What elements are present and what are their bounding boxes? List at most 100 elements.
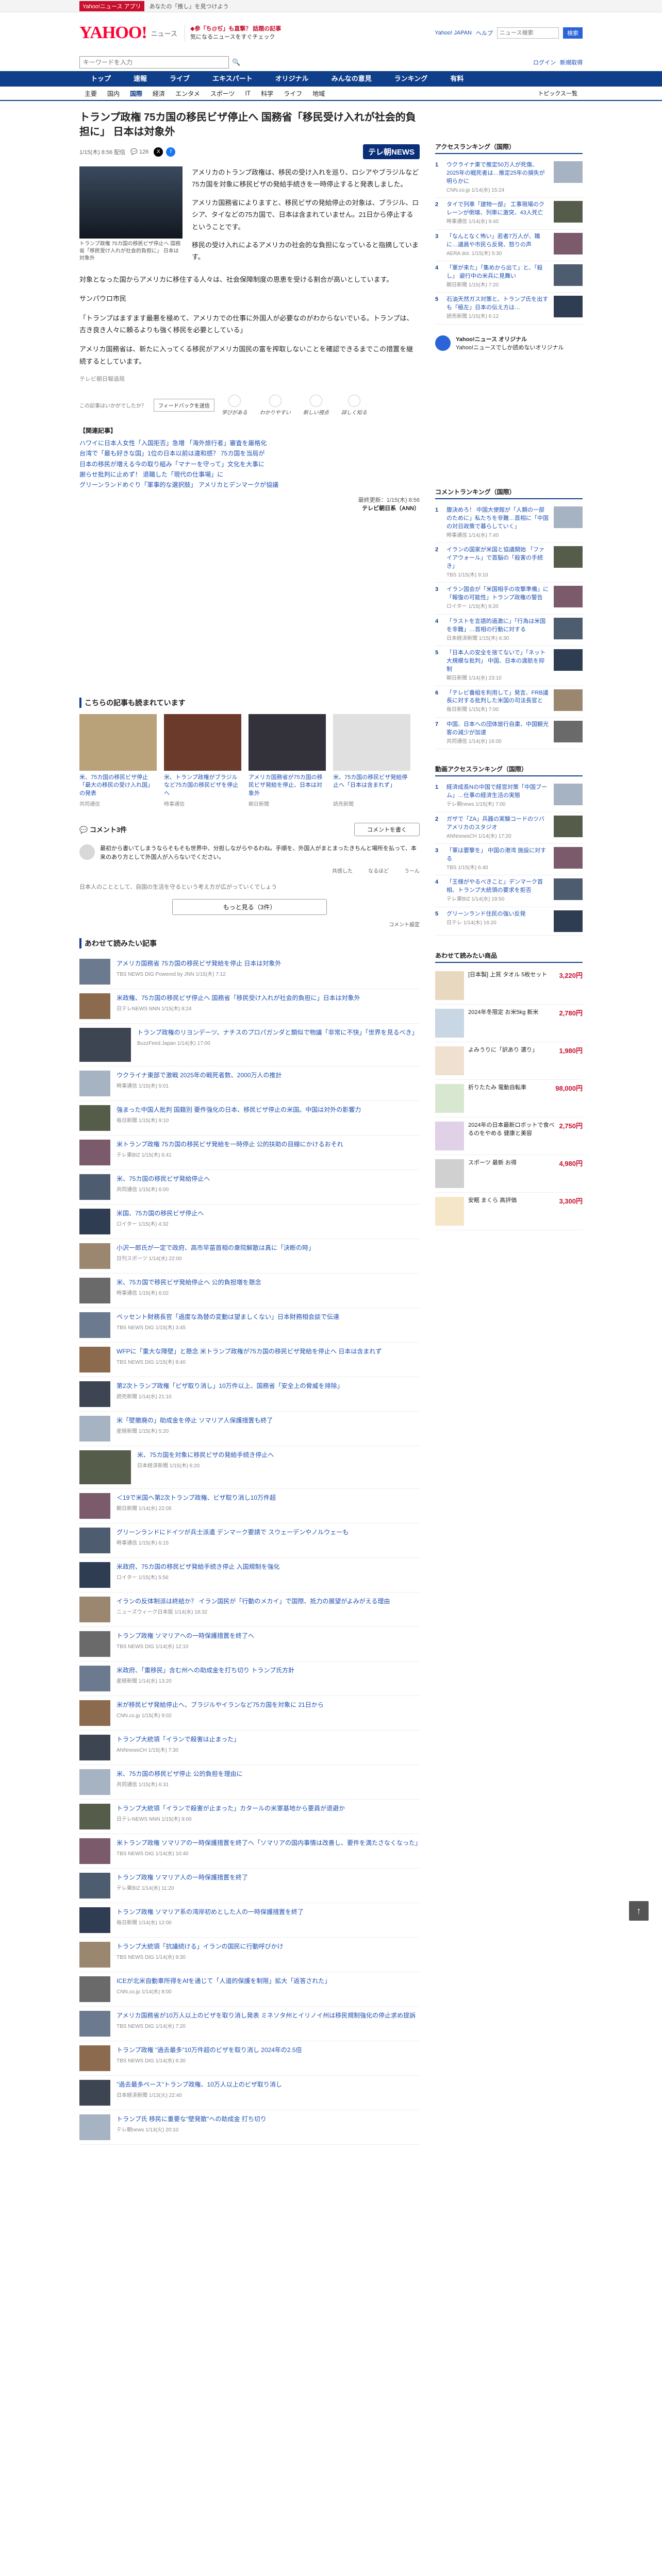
facebook-share-icon[interactable]: f (166, 147, 176, 157)
shop-item[interactable]: [日本製] 上質 タオル 5枚セット 3,220円 (435, 967, 583, 1005)
feed-item[interactable]: トランプ政権 ソマリア系の湾岸初めとした人の一時保護措置を終了 毎日新聞 1/14… (79, 1903, 420, 1938)
feed-item[interactable]: 米、75カ国で移民ビザ発給停止へ 公的負担増を懸念 時事通信 1/15(木) 6:… (79, 1274, 420, 1309)
shop-item[interactable]: 折りたたみ 電動自転車 98,000円 (435, 1080, 583, 1117)
ranking-item[interactable]: 5 「日本人の安全を捨てないで」「ネット大規模な批判」 中国、日本の渡航を抑制 朝日… (435, 646, 583, 686)
feed-item[interactable]: 第2次トランプ政権「ビザ取り消し」10万件以上、国務省「安全上の脅威を排除」 読売… (79, 1377, 420, 1412)
feed-item[interactable]: ＜19で米国へ第2次トランプ政権、ビザ取り消し10万件超 朝日新聞 1/14(水)… (79, 1489, 420, 1524)
feed-item[interactable]: グリーンランドにドイツが兵士派遣 デンマーク要請で スウェーデンやノルウェーも時… (79, 1523, 420, 1558)
nav-opinion[interactable]: みんなの意見 (320, 71, 383, 87)
yahoo-logo[interactable]: YAHOO! (79, 23, 147, 43)
feed-item[interactable]: トランプ大統領「イランで殺害は止まった」 ANNnewsCH 1/15(木) 7:… (79, 1731, 420, 1766)
signup-link[interactable]: 新規取得 (560, 58, 583, 66)
nav-ranking[interactable]: ランキング (383, 71, 439, 87)
insight-button[interactable]: なるほど (368, 867, 389, 874)
ranking-item[interactable]: 3 イラン国会が「米国相手の攻撃準備」に「報復の可能性」トランプ政権の警告 ロイター… (435, 583, 583, 615)
login-link[interactable]: ログイン (533, 58, 556, 66)
write-comment-button[interactable]: コメントを書く (354, 822, 420, 836)
feed-item[interactable]: ベッセント財務長官「過度な為替の変動は望ましくない」日本財務相会談で伝達 TBS … (79, 1308, 420, 1343)
feed-item[interactable]: "過去最多ペース"トランプ政権、10万人以上のビザ取り消し 日本経済新聞 1/13… (79, 2076, 420, 2111)
nav-paid[interactable]: 有料 (439, 71, 475, 87)
more-comments-button[interactable]: もっと見る（3件） (172, 899, 327, 916)
feed-item[interactable]: 米政府、75カ国の移民ビザ発給手続き停止 入国規制を強化 ロイター 1/15(木)… (79, 1558, 420, 1593)
recommended-card[interactable]: 米、トランプ政権がブラジルなど75カ国の移民ビザを停止へ 時事通信 (164, 714, 241, 807)
subnav-main[interactable]: 主要 (79, 89, 102, 98)
ranking-item[interactable]: 1 ウクライナ東で推定50万人が死傷、2025年の戦死者は…推定25年の損失が明ら… (435, 158, 583, 198)
ranking-item[interactable]: 7 中国、日本への団体旅行自粛、中国観光客の減少が加速 共同通信 1/14(水) 1… (435, 718, 583, 750)
reaction-new-view[interactable]: 新しい視点 (303, 395, 329, 416)
subnav-economy[interactable]: 経済 (147, 89, 170, 98)
feed-item[interactable]: トランプ大統領「イランで殺害が止まった」カタールの米軍基地から要員が退避か 日テレ… (79, 1800, 420, 1835)
reaction-learn[interactable]: 学びがある (222, 395, 247, 416)
ranking-item[interactable]: 1 経済成長Nの中国で経営対策「中国ブーム」…仕事の経済生活の実態 テレ朝news … (435, 781, 583, 812)
feed-item[interactable]: 米、75カ国の移民ビザ発給停止へ 共同通信 1/15(木) 6:00 (79, 1170, 420, 1205)
related-link[interactable]: 謝らせ批判に止めず！ 退職した「現代の仕事場」に (79, 471, 223, 478)
feed-item[interactable]: 米政府、「重移民」含む州への助成金を打ち切り トランプ氏方針 産経新聞 1/14(… (79, 1662, 420, 1697)
subnav-science[interactable]: 科学 (256, 89, 278, 98)
feed-item[interactable]: 米国、75カ国の移民ビザ停止へ ロイター 1/15(木) 4:32 (79, 1205, 420, 1240)
nav-live[interactable]: ライブ (158, 71, 201, 87)
search-icon[interactable]: 🔍 (232, 58, 240, 66)
subnav-entertainment[interactable]: エンタメ (170, 89, 205, 98)
help-link[interactable]: ヘルプ (476, 29, 493, 37)
ranking-item[interactable]: 2 イランの国家が米国と協議開始 「ファイアウォール」で首脳の「殺害の手続き」 TB… (435, 543, 583, 583)
feed-item[interactable]: 米が移民ビザ発給停止へ、ブラジルやイランなど75カ国を対象に 21日から CNN.… (79, 1696, 420, 1731)
recommended-card[interactable]: 米、75カ国の移民ビザ停止 「最大の移民の受け入れ国」の発表 共同通信 (79, 714, 157, 807)
shop-item[interactable]: よみうりに「訳あり 選り」 1,980円 (435, 1042, 583, 1080)
feed-item[interactable]: トランプ政権のリヨンデーツ、ナチスのプロパガンダと類似で物議「非常に不快」「世界… (79, 1024, 420, 1067)
reaction-detail[interactable]: 詳しく知る (341, 395, 367, 416)
original-banner[interactable]: Yahoo!ニュース オリジナル Yahoo!ニュースでしか読めないオリジナル (435, 333, 583, 353)
feed-item[interactable]: イランの反体制派は終結か？ イラン国民が「行動のメカイ」で国際、抵力の展望がよみ… (79, 1592, 420, 1628)
ranking-item[interactable]: 2 タイで列車「建物一部」 工事現場のクレーンが倒壊、列車に激突、43人死亡 時事通… (435, 198, 583, 230)
feed-item[interactable]: トランプ大統領「抗議続ける」イランの国民に行動呼びかけ TBS NEWS DIG … (79, 1938, 420, 1973)
feed-item[interactable]: ICEが北米自動車所得をAfを通じて「人道的保護を制限」拡大「返答された」 CNN… (79, 1972, 420, 2007)
subnav-domestic[interactable]: 国内 (102, 89, 125, 98)
subnav-international[interactable]: 国際 (125, 89, 147, 98)
nav-expert[interactable]: エキスパート (201, 71, 264, 87)
feed-item[interactable]: アメリカ国務省 75カ国の移民ビザ発給を停止 日本は対象外 TBS NEWS DI… (79, 955, 420, 990)
recommended-card[interactable]: 米、75カ国の移民ビザ発給停止へ「日本は含まれず」 読売新聞 (333, 714, 410, 807)
header-search-input[interactable] (497, 27, 559, 39)
tv-asahi-logo[interactable]: テレ朝NEWS (362, 144, 420, 159)
ranking-item[interactable]: 2 ガザで「ZA」兵器の実験コードのツバ アメリカのスタジオ ANNnewsCH 1… (435, 812, 583, 844)
feed-item[interactable]: WFPに「重大な障壁」と懸念 米トランプ政権が75カ国の移民ビザ発給を停止へ 日… (79, 1343, 420, 1378)
ranking-item[interactable]: 4 「軍が来た」「集めから出て」と、「殺し」 避行中の米兵に見舞い 朝日新聞 1/1… (435, 261, 583, 293)
ranking-item[interactable]: 3 「なんとなく怖い」若者7万人が、職に…議員や市民ら反発、怒りの声 AERA do… (435, 230, 583, 262)
recommended-card[interactable]: アメリカ国務省が75カ国の移民ビザ発給を停止、日本は対象外 朝日新聞 (249, 714, 326, 807)
ranking-item[interactable]: 5 グリーンランド住民の強い反発 日テレ 1/14(水) 16:20 (435, 907, 583, 936)
shop-item[interactable]: 安眠 まくら 高評価 3,300円 (435, 1193, 583, 1230)
shop-item[interactable]: 2024年の日本最新ロボットで食べるのをやめる 健康と美容 2,750円 (435, 1117, 583, 1155)
feed-item[interactable]: 米、75カ国の移民ビザ停止 公的負担を理由に 共同通信 1/15(木) 6:31 (79, 1765, 420, 1800)
search-input[interactable] (79, 56, 229, 69)
feed-item[interactable]: トランプ氏 移民に重要な"壁発散"への助成金 打ち切り テレ朝news 1/13(… (79, 2110, 420, 2145)
feed-item[interactable]: トランプ政権 ソマリア人の一時保護措置を終了 テレ東BIZ 1/14(水) 11:… (79, 1869, 420, 1904)
nav-original[interactable]: オリジナル (264, 71, 320, 87)
feed-item[interactable]: 米「壁撤廃の」助成金を停止 ソマリア人保護措置も終了 産経新聞 1/15(木) 5… (79, 1412, 420, 1447)
comment-count-badge[interactable]: 💬 126 (130, 148, 148, 155)
feed-item[interactable]: トランプ政権 ソマリアへの一時保護措置を終了へ TBS NEWS DIG 1/14… (79, 1627, 420, 1662)
topics-list-link[interactable]: トピックス一覧 (533, 89, 583, 97)
feed-item[interactable]: 強まった中国人批判 国籍別 要件強化の日本、移民ビザ停止の米国。中国は対外の影響… (79, 1101, 420, 1136)
ranking-item[interactable]: 3 「軍は要撃を」 中国の港湾 施設に対する TBS 1/15(木) 6:40 (435, 844, 583, 876)
related-link[interactable]: 台湾で「最も好きな国」1位の日本以前は違和感？ 75カ国を当局が (79, 450, 264, 457)
shop-item[interactable]: 2024年冬限定 お米5kg 新米 2,780円 (435, 1005, 583, 1042)
header-search-button[interactable]: 検索 (563, 27, 583, 39)
feedback-button[interactable]: フィードバックを送信 (154, 399, 214, 412)
subnav-sports[interactable]: スポーツ (205, 89, 240, 98)
feed-item[interactable]: 米政権、75カ国の移民ビザ停止へ 国務省「移民受け入れが社会的負担に」日本は対象… (79, 989, 420, 1024)
feed-item[interactable]: ウクライナ東部で激戦 2025年の戦死者数、2000万人の推計 時事通信 1/15… (79, 1066, 420, 1101)
ranking-item[interactable]: 5 石油天然ガス対策と、トランプ氏を出すも「極左」日本の伝え方は… 読売新聞 1/1… (435, 293, 583, 325)
feed-item[interactable]: トランプ政権 "過去最多"10万件超のビザを取り消し 2024年の2.5倍 TBS… (79, 2041, 420, 2076)
subnav-region[interactable]: 地域 (307, 89, 330, 98)
shop-item[interactable]: スポーツ 最新 お得 4,980円 (435, 1155, 583, 1193)
page-top-button[interactable]: ↑ (629, 1901, 649, 1921)
feed-item[interactable]: アメリカ国務省が10万人以上のビザを取り消し発表 ミネソタ州とイリノイ州は移民規… (79, 2007, 420, 2042)
comment-setting-link[interactable]: コメント設定 (79, 920, 420, 928)
feed-item[interactable]: 小沢一郎氏が一定で政府、高市早苗首相の衆院解散は真に「決断の時」 日刊スポーツ 1… (79, 1239, 420, 1274)
nav-breaking[interactable]: 速報 (122, 71, 158, 87)
related-link[interactable]: グリーンランドめぐり「軍事的な選択肢」 アメリカとデンマークが協議 (79, 481, 278, 488)
ranking-item[interactable]: 4 「王様がやるべきこと」デンマーク首相、トランプ大統領の要求を拒否 テレ東BIZ … (435, 875, 583, 907)
subnav-life[interactable]: ライフ (278, 89, 307, 98)
subnav-it[interactable]: IT (240, 90, 256, 97)
feed-item[interactable]: 米トランプ政権 ソマリアの一時保護措置を終了へ「ソマリアの国内事情は改善し、要件… (79, 1834, 421, 1869)
header-promo[interactable]: ◆参「ち@ぢ」も直撃？ 話題の記事 気になるニュースをすぐチェック (185, 24, 281, 42)
